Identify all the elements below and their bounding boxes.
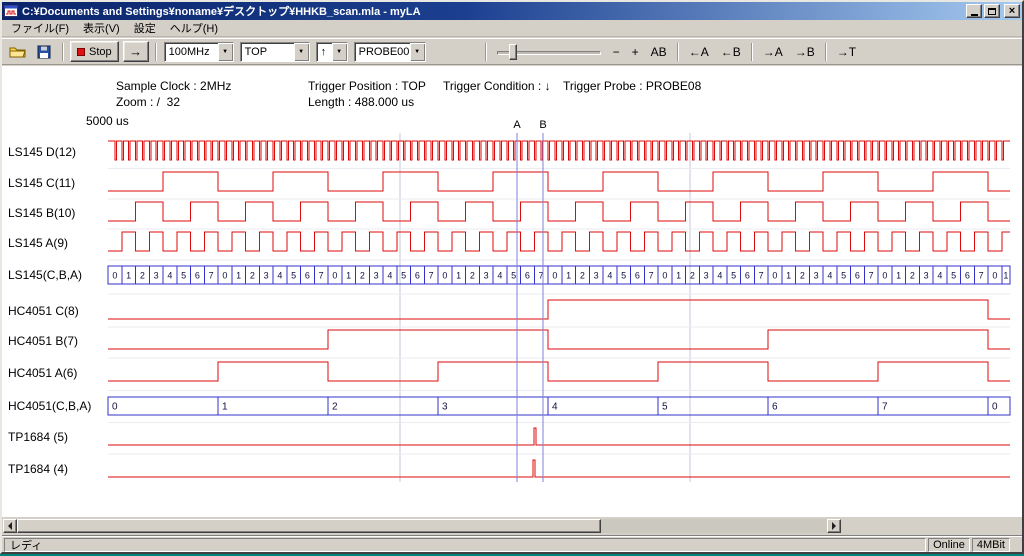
toolbar-separator: [825, 43, 827, 61]
goto-a-right-button[interactable]: →A: [758, 43, 788, 61]
open-file-button[interactable]: [6, 42, 30, 62]
trigger-condition-info: Trigger Condition : ↓: [443, 79, 551, 93]
timebase-label: 5000 us: [86, 114, 129, 128]
trigger-position-info: Trigger Position : TOP: [308, 79, 426, 93]
chevron-down-icon[interactable]: ▼: [218, 43, 233, 61]
stop-button[interactable]: Stop: [70, 41, 119, 62]
trigger-probe-info: Trigger Probe : PROBE08: [563, 79, 701, 93]
toolbar-separator: [677, 43, 679, 61]
menu-bar: ファイル(F) 表示(V) 設定 ヘルプ(H): [2, 20, 1022, 37]
sample-clock-info: Sample Clock : 2MHz: [116, 79, 231, 93]
chevron-down-icon[interactable]: ▼: [332, 43, 347, 61]
stop-label: Stop: [89, 46, 112, 58]
status-online: Online: [928, 538, 970, 552]
zoom-slider[interactable]: [497, 42, 601, 62]
scrollbar-area: [2, 517, 1022, 535]
open-folder-icon: [9, 45, 27, 59]
close-icon: ×: [1009, 6, 1015, 16]
waveform-panel: Sample Clock : 2MHz Trigger Position : T…: [2, 66, 1022, 517]
goto-b-right-button[interactable]: →B: [790, 43, 820, 61]
trigger-position-select[interactable]: TOP ▼: [240, 42, 310, 62]
toolbar-separator: [751, 43, 753, 61]
maximize-button[interactable]: [984, 4, 1000, 18]
menu-file[interactable]: ファイル(F): [4, 18, 76, 38]
toolbar-separator: [485, 43, 487, 61]
run-button[interactable]: →: [123, 41, 149, 62]
slider-thumb[interactable]: [509, 44, 517, 60]
scrollbar-thumb[interactable]: [17, 519, 601, 533]
horizontal-scrollbar[interactable]: [3, 519, 841, 533]
scroll-right-button[interactable]: [827, 519, 841, 533]
status-message: レディ: [4, 538, 926, 552]
stop-icon: [77, 48, 85, 56]
goto-b-left-button[interactable]: ←B: [716, 43, 746, 61]
maximize-icon: [988, 8, 996, 15]
trigger-edge-select[interactable]: ↑ ▼: [316, 42, 348, 62]
status-bar: レディ Online 4MBit: [2, 535, 1022, 552]
zoom-in-button[interactable]: +: [627, 43, 644, 61]
scroll-right-icon: [832, 522, 836, 530]
menu-help[interactable]: ヘルプ(H): [163, 18, 225, 38]
sample-clock-select[interactable]: 100MHz ▼: [164, 42, 234, 62]
status-memory: 4MBit: [972, 538, 1010, 552]
chevron-down-icon[interactable]: ▼: [294, 43, 309, 61]
save-button[interactable]: [32, 42, 56, 62]
floppy-icon: [37, 45, 51, 59]
close-button[interactable]: ×: [1004, 4, 1020, 18]
toolbar-separator: [62, 43, 64, 61]
app-window: C:¥Documents and Settings¥noname¥デスクトップ¥…: [0, 0, 1024, 554]
zoom-info: Zoom : / 32: [116, 95, 180, 109]
minimize-button[interactable]: [966, 4, 982, 18]
scroll-left-icon: [8, 522, 12, 530]
trigger-probe-value: PROBE00: [355, 43, 410, 61]
goto-a-left-button[interactable]: ←A: [684, 43, 714, 61]
ab-marker-button[interactable]: AB: [646, 43, 672, 61]
length-info: Length : 488.000 us: [308, 95, 414, 109]
sample-clock-value: 100MHz: [165, 43, 218, 61]
goto-trigger-button[interactable]: →T: [832, 43, 861, 61]
minimize-icon: [971, 14, 978, 16]
toolbar-separator: [155, 43, 157, 61]
menu-settings[interactable]: 設定: [127, 18, 163, 38]
window-title: C:¥Documents and Settings¥noname¥デスクトップ¥…: [22, 3, 964, 19]
chevron-down-icon[interactable]: ▼: [410, 43, 425, 61]
app-icon: [4, 4, 19, 18]
menu-view[interactable]: 表示(V): [76, 18, 127, 38]
trigger-probe-select[interactable]: PROBE00 ▼: [354, 42, 426, 62]
trigger-position-value: TOP: [241, 43, 294, 61]
trigger-edge-value: ↑: [317, 43, 332, 61]
zoom-out-button[interactable]: −: [608, 43, 625, 61]
scroll-left-button[interactable]: [3, 519, 17, 533]
toolbar: Stop → 100MHz ▼ TOP ▼ ↑ ▼ PROBE00 ▼ − + …: [2, 38, 1022, 65]
